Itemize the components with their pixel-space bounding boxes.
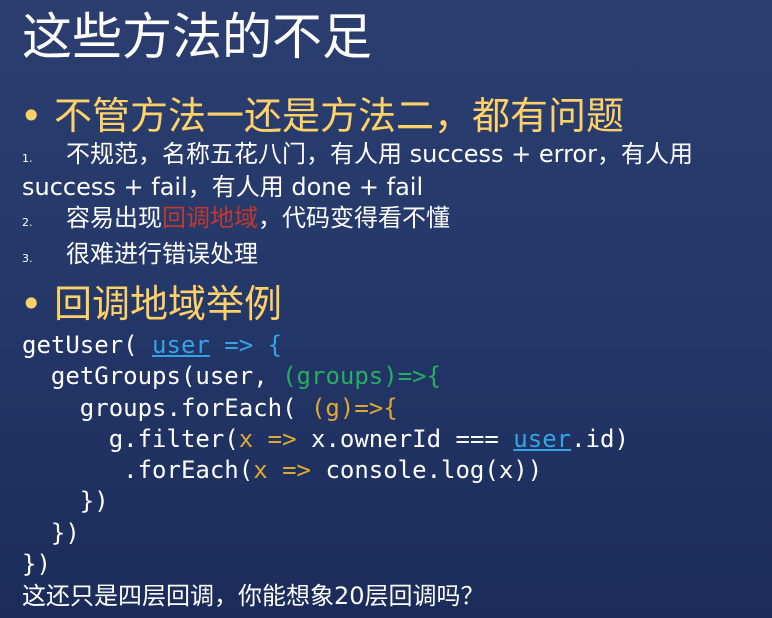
bullet-example: • 回调地域举例 bbox=[20, 282, 282, 326]
callback-hell-highlight: 回调地域 bbox=[162, 204, 258, 232]
list-item: 2. 容易出现回调地域，代码变得看不懂 bbox=[22, 204, 764, 237]
bullet-text: 不管方法一还是方法二，都有问题 bbox=[54, 94, 625, 138]
code-line-5: .forEach(x => console.log(x)) bbox=[22, 456, 542, 484]
code-token: getUser( bbox=[22, 331, 153, 359]
list-text: 不规范，名称五花八门，有人用 success + error，有人用 succe… bbox=[22, 140, 693, 201]
code-line-8: }) bbox=[22, 550, 51, 579]
code-line-3: groups.forEach( (g)=>{ bbox=[22, 394, 398, 422]
code-line-2: getGroups(user, (groups)=>{ bbox=[22, 362, 441, 390]
code-token: getGroups(user, bbox=[22, 362, 283, 391]
code-token: .forEach( bbox=[22, 456, 254, 485]
list-item: 3. 很难进行错误处理 bbox=[22, 240, 764, 273]
list-text: 容易出现 bbox=[66, 204, 162, 232]
code-token: => bbox=[253, 424, 311, 453]
slide: 这些方法的不足 • 不管方法一还是方法二，都有问题 1. 不规范，名称五花八门，有人… bbox=[0, 0, 772, 618]
bullet-marker: • bbox=[20, 94, 43, 138]
code-token: => bbox=[267, 456, 326, 485]
code-token: .id) bbox=[571, 424, 629, 453]
code-line-1: getUser( user => { bbox=[22, 331, 282, 359]
numbered-list: 1. 不规范，名称五花八门，有人用 success + error，有人用 suc… bbox=[22, 140, 764, 276]
code-line-4: g.filter(x => x.ownerId === user.id) bbox=[22, 425, 629, 453]
code-line-7: }) bbox=[22, 518, 80, 547]
list-item: 1. 不规范，名称五花八门，有人用 success + error，有人用 suc… bbox=[22, 140, 764, 201]
bullet-problems: • 不管方法一还是方法二，都有问题 bbox=[20, 94, 624, 138]
code-block: getUser( user => { getGroups(user, (grou… bbox=[22, 330, 629, 580]
code-token: => { bbox=[209, 331, 283, 359]
code-token: console.log(x)) bbox=[325, 456, 543, 485]
slide-title: 这些方法的不足 bbox=[22, 8, 372, 66]
bullet-marker: • bbox=[20, 282, 43, 326]
code-token: groups.forEach( bbox=[22, 393, 311, 422]
list-text: 很难进行错误处理 bbox=[66, 240, 258, 268]
code-token: g.filter( bbox=[22, 424, 239, 453]
list-number: 1. bbox=[22, 152, 33, 165]
list-text: ，代码变得看不懂 bbox=[258, 204, 450, 232]
code-token: x bbox=[238, 424, 254, 453]
code-token: user bbox=[152, 331, 210, 359]
bullet-text: 回调地域举例 bbox=[54, 282, 283, 326]
code-token: x bbox=[253, 456, 268, 485]
code-line-6: }) bbox=[22, 487, 109, 516]
code-token: user bbox=[513, 424, 572, 453]
code-token: (g)=>{ bbox=[310, 393, 398, 422]
list-number: 2. bbox=[22, 216, 33, 229]
footer-note: 这还只是四层回调，你能想象20层回调吗？ bbox=[22, 582, 485, 610]
code-token: (groups)=>{ bbox=[282, 362, 442, 391]
list-number: 3. bbox=[22, 252, 33, 265]
code-token: x.ownerId === bbox=[311, 424, 514, 453]
